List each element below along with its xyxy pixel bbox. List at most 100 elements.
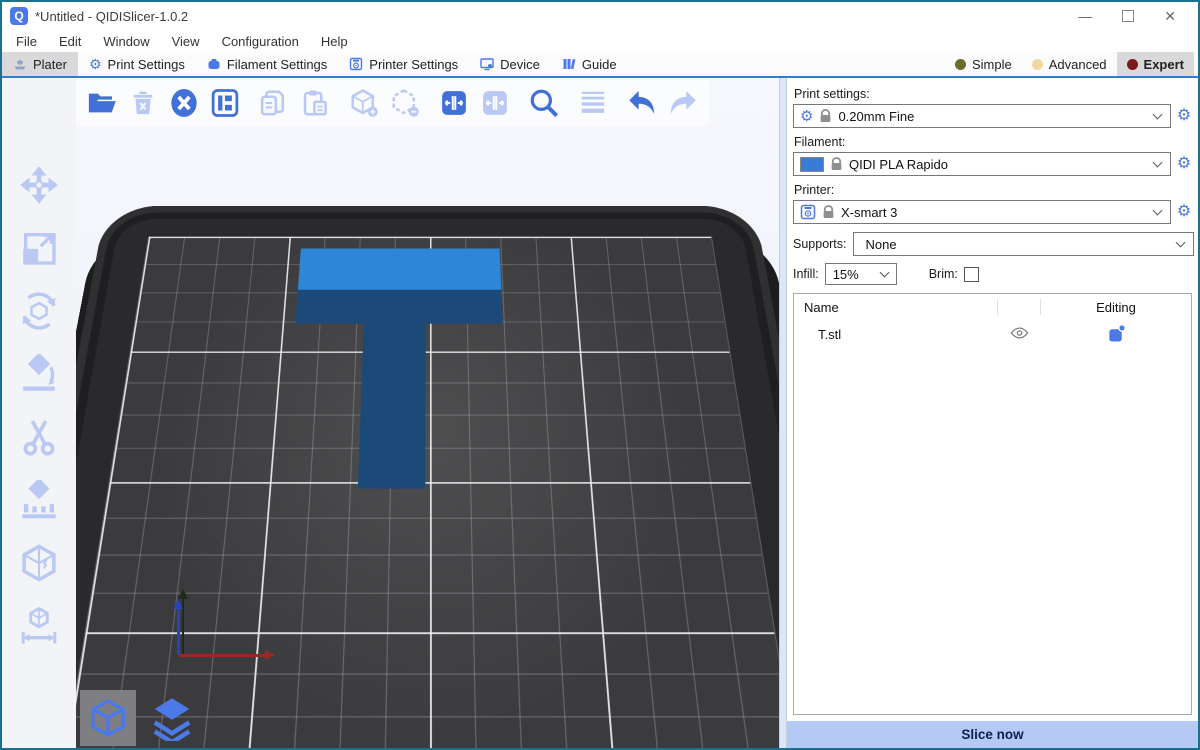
printer-gear-button[interactable]: ⚙ bbox=[1174, 201, 1194, 223]
object-list-header: Name Editing bbox=[794, 294, 1191, 320]
filament-color-swatch bbox=[800, 157, 824, 172]
undo-button[interactable] bbox=[626, 87, 658, 119]
rotate-icon bbox=[18, 290, 60, 332]
delete-all-icon bbox=[168, 87, 200, 119]
x-axis-arrow bbox=[180, 654, 266, 657]
scale-tool-button[interactable] bbox=[15, 225, 63, 271]
cut-icon bbox=[19, 417, 59, 457]
place-on-face-tool-button[interactable] bbox=[15, 351, 63, 397]
tab-print-settings[interactable]: ⚙ Print Settings bbox=[78, 52, 196, 76]
open-folder-icon bbox=[87, 88, 117, 118]
mode-advanced[interactable]: Advanced bbox=[1022, 52, 1117, 76]
tab-filament-settings[interactable]: Filament Settings bbox=[196, 52, 338, 76]
menu-window[interactable]: Window bbox=[93, 33, 159, 50]
slice-now-button[interactable]: Slice now bbox=[787, 721, 1198, 748]
print-settings-gear-button[interactable]: ⚙ bbox=[1174, 105, 1194, 127]
open-project-button[interactable] bbox=[86, 87, 118, 119]
column-visibility bbox=[997, 299, 1041, 315]
search-icon bbox=[528, 87, 560, 119]
split-to-objects-button[interactable] bbox=[438, 87, 470, 119]
maximize-button[interactable] bbox=[1122, 10, 1134, 22]
mode-simple[interactable]: Simple bbox=[945, 52, 1022, 76]
menu-edit[interactable]: Edit bbox=[49, 33, 91, 50]
model-t-top-face[interactable] bbox=[298, 249, 501, 290]
chevron-down-icon bbox=[879, 268, 889, 278]
tab-printer-settings[interactable]: Printer Settings bbox=[338, 52, 469, 76]
supports-dropdown[interactable]: None bbox=[853, 232, 1194, 256]
redo-icon bbox=[667, 87, 699, 119]
arrange-icon bbox=[210, 88, 240, 118]
printer-combo[interactable]: X-smart 3 bbox=[793, 200, 1171, 224]
minimize-button[interactable]: — bbox=[1078, 9, 1092, 23]
arrange-button[interactable] bbox=[209, 87, 241, 119]
mode-expert[interactable]: Expert bbox=[1117, 52, 1194, 76]
editing-cell bbox=[1041, 323, 1191, 346]
cut-tool-button[interactable] bbox=[15, 414, 63, 460]
tab-device[interactable]: Device bbox=[469, 52, 551, 76]
tab-guide[interactable]: Guide bbox=[551, 52, 628, 76]
add-instance-button[interactable] bbox=[348, 87, 380, 119]
supports-value: None bbox=[866, 237, 1177, 252]
filament-gear-button[interactable]: ⚙ bbox=[1174, 153, 1194, 175]
add-instance-icon bbox=[349, 88, 379, 118]
eye-icon[interactable] bbox=[1010, 326, 1029, 340]
close-button[interactable]: ✕ bbox=[1164, 9, 1176, 23]
filament-combo[interactable]: QIDI PLA Rapido bbox=[793, 152, 1171, 176]
printer-label: Printer: bbox=[794, 183, 1194, 197]
move-tool-button[interactable] bbox=[15, 162, 63, 208]
model-t-front-face[interactable] bbox=[295, 288, 502, 324]
simple-dot-icon bbox=[955, 59, 966, 70]
scene bbox=[76, 78, 779, 748]
object-row-tstl[interactable]: T.stl bbox=[794, 320, 1191, 348]
window-title: *Untitled - QIDISlicer-1.0.2 bbox=[35, 9, 188, 24]
delete-all-button[interactable] bbox=[168, 87, 200, 119]
chevron-down-icon bbox=[1176, 238, 1186, 248]
guide-icon bbox=[562, 57, 576, 71]
trash-icon bbox=[129, 89, 157, 117]
preview-view-button[interactable] bbox=[144, 690, 200, 746]
rotate-tool-button[interactable] bbox=[15, 288, 63, 334]
edit-object-icon[interactable] bbox=[1107, 323, 1126, 343]
redo-button[interactable] bbox=[667, 87, 699, 119]
measure-tool-button[interactable] bbox=[15, 603, 63, 649]
right-panel: Print settings: ⚙ 0.20mm Fine ⚙ Filament… bbox=[787, 78, 1198, 748]
device-icon bbox=[480, 57, 494, 71]
infill-label: Infill: bbox=[793, 267, 819, 281]
remove-instance-icon bbox=[390, 88, 420, 118]
scale-icon bbox=[19, 228, 59, 268]
infill-dropdown[interactable]: 15% bbox=[825, 263, 897, 285]
split-parts-icon bbox=[480, 88, 510, 118]
menu-file[interactable]: File bbox=[6, 33, 47, 50]
layer-height-icon bbox=[578, 88, 608, 118]
chevron-down-icon bbox=[1153, 206, 1163, 216]
variable-layer-height-button[interactable] bbox=[577, 87, 609, 119]
z-axis-arrow bbox=[177, 608, 180, 655]
paste-button[interactable] bbox=[299, 87, 331, 119]
object-list: Name Editing T.stl bbox=[793, 293, 1192, 715]
panel-splitter[interactable] bbox=[779, 78, 787, 748]
menu-configuration[interactable]: Configuration bbox=[212, 33, 309, 50]
menu-view[interactable]: View bbox=[162, 33, 210, 50]
print-settings-label: Print settings: bbox=[794, 87, 1194, 101]
origin-axes bbox=[172, 594, 292, 664]
menu-help[interactable]: Help bbox=[311, 33, 358, 50]
print-settings-combo[interactable]: ⚙ 0.20mm Fine bbox=[793, 104, 1171, 128]
remove-instance-button[interactable] bbox=[389, 87, 421, 119]
brim-checkbox[interactable] bbox=[964, 267, 979, 282]
search-button[interactable] bbox=[528, 87, 560, 119]
viewport-canvas[interactable] bbox=[76, 78, 779, 748]
copy-button[interactable] bbox=[258, 87, 290, 119]
split-to-parts-button[interactable] bbox=[479, 87, 511, 119]
view-toggles bbox=[80, 690, 200, 746]
paint-support-tool-button[interactable] bbox=[15, 477, 63, 523]
tab-plater[interactable]: Plater bbox=[2, 52, 78, 76]
model-t-stem[interactable] bbox=[358, 322, 426, 489]
mode-switcher: Simple Advanced Expert bbox=[945, 52, 1198, 76]
place-on-face-icon bbox=[19, 354, 59, 394]
delete-selected-button[interactable] bbox=[127, 87, 159, 119]
brim-label: Brim: bbox=[929, 267, 958, 281]
editor-view-button[interactable] bbox=[80, 690, 136, 746]
undo-icon bbox=[626, 87, 658, 119]
seam-tool-button[interactable] bbox=[15, 540, 63, 586]
gear-icon: ⚙ bbox=[800, 109, 813, 124]
